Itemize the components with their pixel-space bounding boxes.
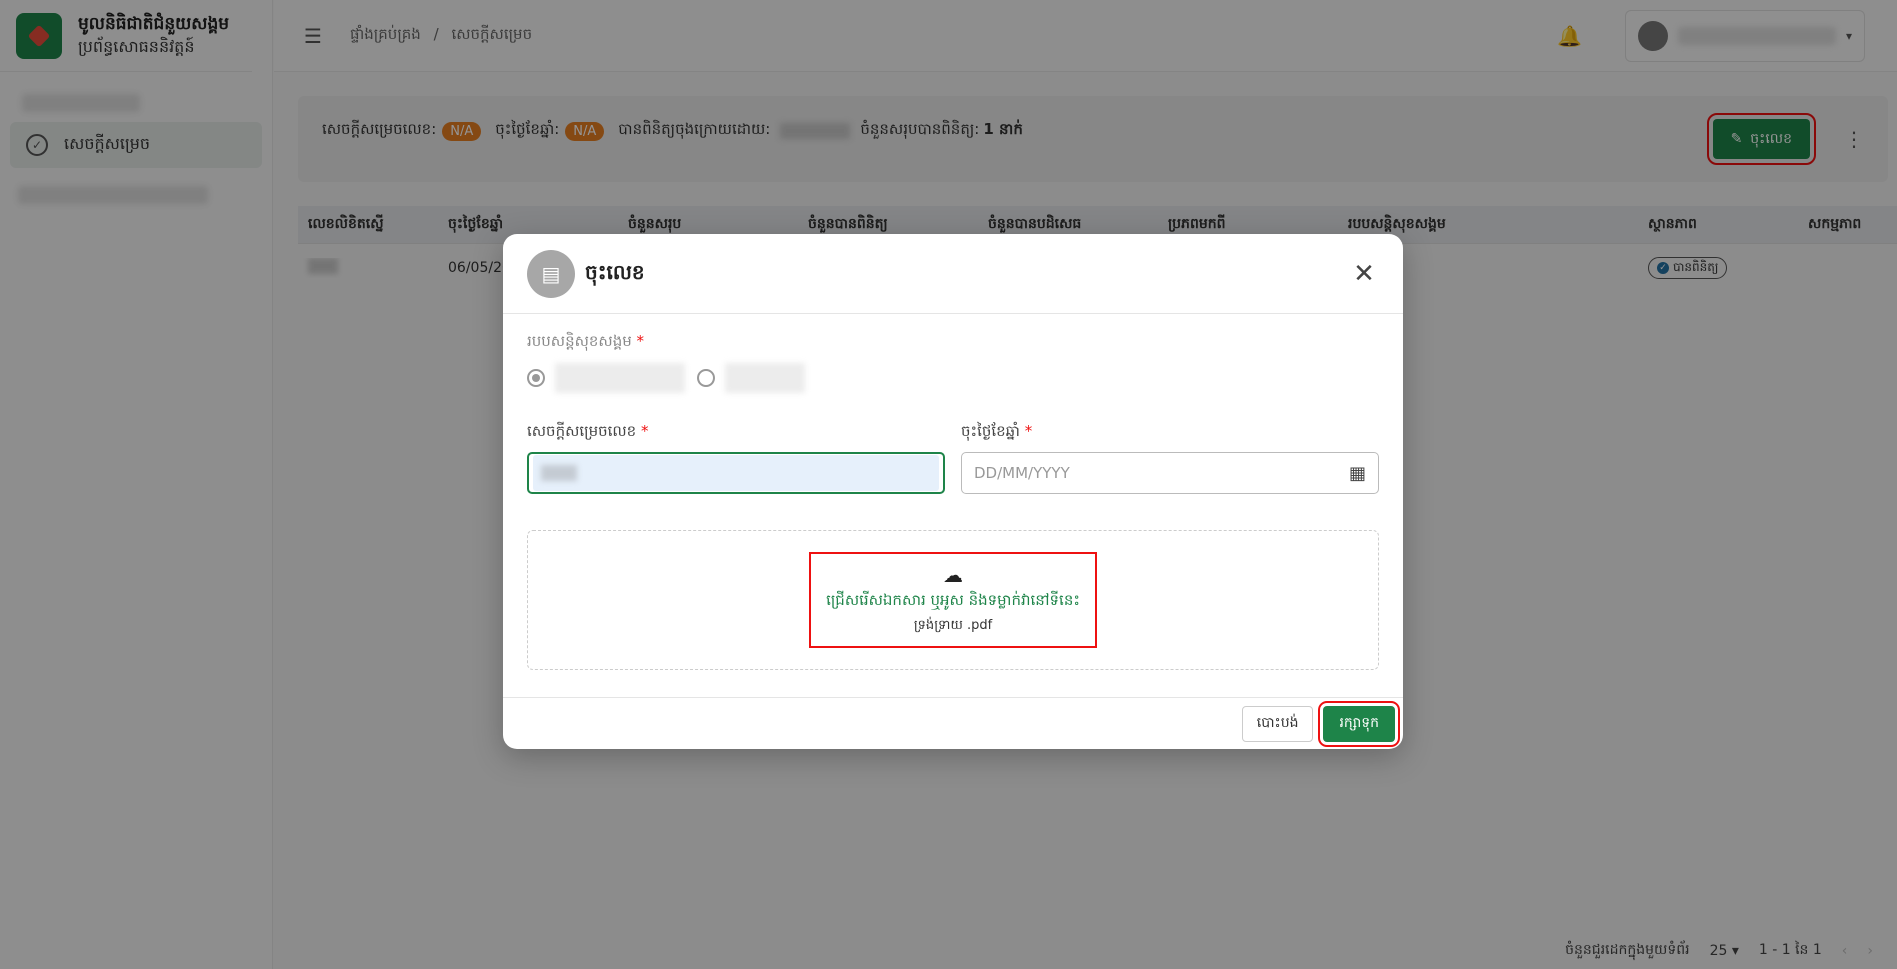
modal-header: ▤ ចុះលេខ ✕	[503, 234, 1403, 314]
modal-footer: បោះបង់ រក្សាទុក	[503, 697, 1403, 749]
cancel-button[interactable]: បោះបង់	[1241, 705, 1314, 742]
close-icon[interactable]: ✕	[1349, 259, 1379, 289]
upload-instruction[interactable]: ជ្រើសរើសឯកសារ ឬអូស និងទម្លាក់វានៅទីនេះ	[826, 591, 1080, 613]
scheme-label: របបសន្តិសុខសង្គម *	[527, 332, 645, 350]
cloud-upload-icon: ☁	[943, 562, 963, 587]
scheme-radio-2-label	[725, 363, 805, 393]
upload-format: ទ្រង់ទ្រាយ .pdf	[913, 617, 993, 633]
scheme-radio-2[interactable]	[697, 369, 715, 387]
folder-icon: ▤	[527, 249, 575, 298]
date-field-label: ចុះថ្ងៃខែឆ្នាំ *	[961, 422, 1033, 440]
date-input[interactable]: DD/MM/YYYY ▦	[961, 452, 1379, 494]
decision-no-input[interactable]	[527, 452, 945, 494]
calendar-icon[interactable]: ▦	[1349, 463, 1366, 484]
file-dropzone[interactable]: ☁ ជ្រើសរើសឯកសារ ឬអូស និងទម្លាក់វានៅទីនេះ…	[527, 530, 1379, 670]
save-button[interactable]: រក្សាទុក	[1318, 700, 1400, 747]
date-placeholder: DD/MM/YYYY	[974, 464, 1070, 482]
file-dropzone-target[interactable]: ☁ ជ្រើសរើសឯកសារ ឬអូស និងទម្លាក់វានៅទីនេះ…	[809, 552, 1097, 648]
decision-no-field-label: សេចក្ដីសម្រេចលេខ *	[527, 422, 649, 440]
scheme-radio-1[interactable]	[527, 369, 545, 387]
register-modal: ▤ ចុះលេខ ✕ របបសន្តិសុខសង្គម * សេចក្ដីសម្…	[503, 234, 1403, 749]
scheme-radio-group	[527, 362, 1379, 394]
scheme-radio-1-label	[555, 363, 685, 393]
decision-no-value-blurred	[541, 465, 577, 481]
modal-title: ចុះលេខ	[585, 259, 645, 284]
